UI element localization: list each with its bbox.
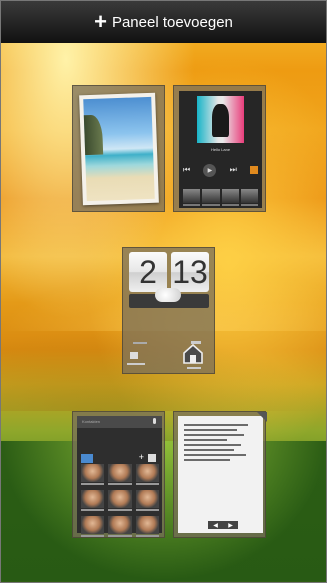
- next-icon: ⏭: [229, 165, 237, 174]
- contact-tile: [135, 464, 159, 485]
- contact-tile: [81, 464, 105, 485]
- home-label: [187, 367, 201, 369]
- previous-page-icon: ◀: [213, 522, 218, 529]
- recent-albums: [183, 189, 258, 203]
- album-thumb: [240, 189, 258, 203]
- panel-photo-frame[interactable]: [72, 85, 165, 212]
- help-widget: ◀ ▶: [178, 412, 267, 533]
- contact-tile: [135, 490, 159, 511]
- previous-icon: ⏮: [183, 165, 191, 174]
- next-page-icon: ▶: [228, 522, 233, 529]
- album-labels: [183, 204, 258, 207]
- people-widget: Kontakten +: [77, 416, 162, 537]
- add-panel-label: Paneel toevoegen: [111, 13, 233, 31]
- clock-minute: 13: [171, 252, 209, 292]
- clock-weather-widget: 2 13: [127, 252, 212, 344]
- music-controls: ⏮ ▶ ⏭: [183, 163, 258, 177]
- album-thumb: [183, 189, 201, 203]
- menu-icon: [148, 454, 156, 462]
- cloud-icon: [155, 288, 181, 302]
- contact-tile: [108, 464, 132, 485]
- home-icon: [183, 343, 203, 364]
- add-contact-icon: +: [138, 452, 144, 462]
- app-shortcut-label: [127, 363, 145, 365]
- app-shortcut-icon: [130, 352, 138, 359]
- people-search-placeholder: Kontakten: [82, 419, 101, 424]
- panel-home-clock[interactable]: 2 13: [122, 247, 215, 374]
- add-panel-button[interactable]: + Paneel toevoegen: [1, 1, 326, 43]
- resize-corner-icon: [257, 412, 267, 422]
- plus-icon: +: [94, 9, 107, 34]
- photo-frame-widget: [79, 92, 159, 206]
- music-widget: Hello Lane ⏮ ▶ ⏭: [179, 91, 262, 208]
- people-search: Kontakten: [77, 416, 162, 428]
- playlist-icon: [249, 166, 258, 174]
- album-thumb: [202, 189, 220, 203]
- contact-tile: [135, 516, 159, 537]
- album-thumb: [221, 189, 239, 203]
- people-toolbar: +: [77, 452, 162, 463]
- panel-people[interactable]: Kontakten +: [72, 411, 165, 538]
- home-screen-panel-overview: + Paneel toevoegen Hello Lane ⏮ ▶ ⏭ 2 13…: [0, 0, 327, 583]
- contact-tile: [81, 516, 105, 537]
- panel-help-tips[interactable]: ◀ ▶: [173, 411, 267, 538]
- album-art: [197, 96, 244, 143]
- clock-hour: 2: [129, 252, 167, 292]
- help-text: [184, 424, 255, 464]
- contact-tile: [108, 490, 132, 511]
- help-pager: ◀ ▶: [208, 521, 238, 529]
- contact-grid: [81, 464, 159, 537]
- track-title: Hello Lane: [210, 147, 231, 152]
- contacts-icon: [81, 454, 93, 463]
- panel-music[interactable]: Hello Lane ⏮ ▶ ⏭: [173, 85, 266, 212]
- microphone-icon: [153, 418, 156, 424]
- contact-tile: [108, 516, 132, 537]
- play-icon: ▶: [203, 163, 217, 177]
- contact-tile: [81, 490, 105, 511]
